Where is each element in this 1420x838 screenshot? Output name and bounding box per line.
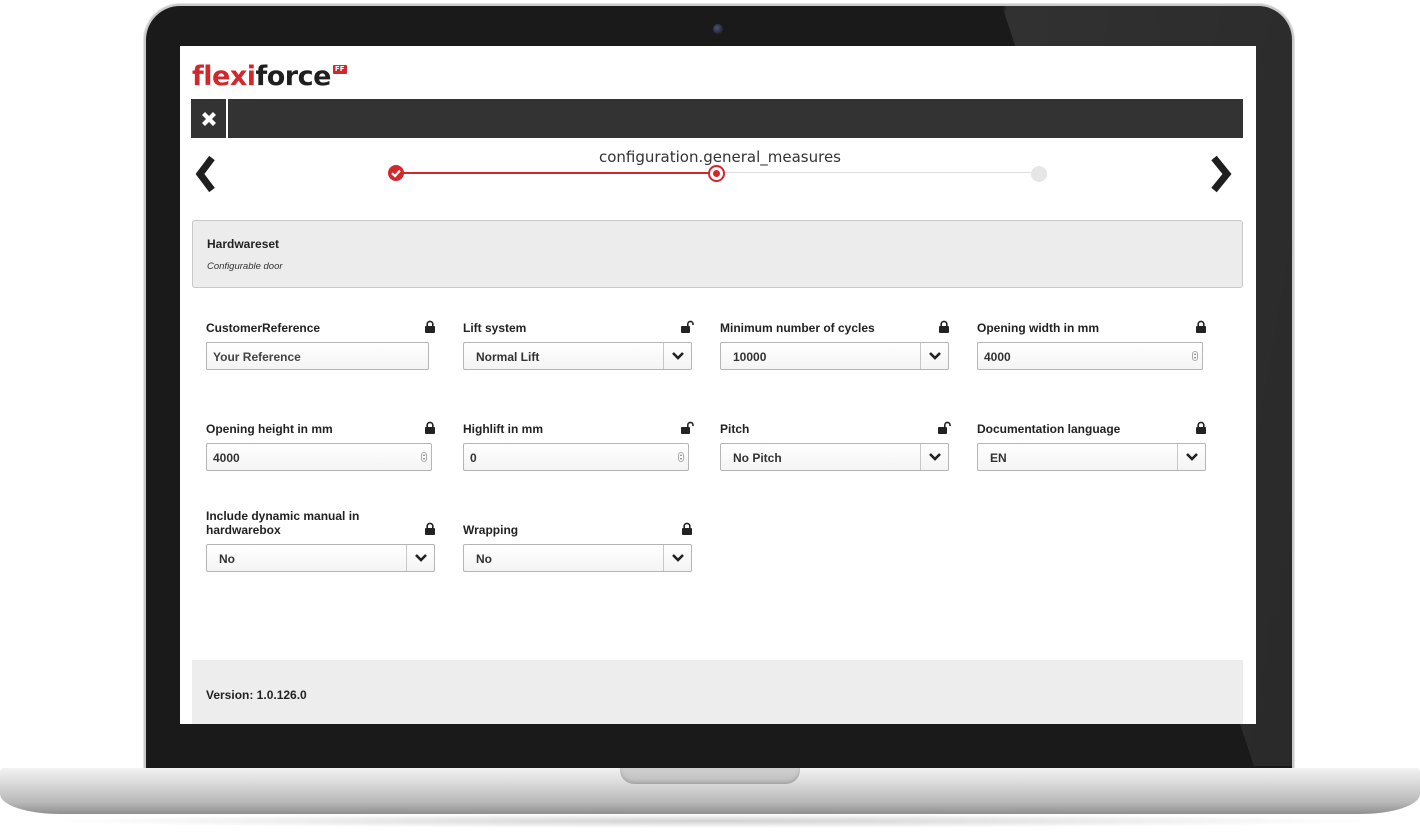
unlock-icon[interactable]	[680, 421, 694, 435]
laptop-shadow	[40, 814, 1380, 828]
app-screen: flexiforce FF configuration.general_measu…	[180, 46, 1256, 724]
select-value: No	[219, 552, 235, 566]
chevron-down-icon	[671, 554, 684, 562]
field-label: CustomerReference	[206, 321, 321, 335]
field-label: Wrapping	[463, 523, 519, 537]
check-icon	[391, 169, 401, 178]
opening-height-input[interactable]: 4000	[206, 443, 432, 471]
step-current-indicator[interactable]	[708, 165, 725, 182]
field-label: Opening width in mm	[977, 321, 1099, 335]
lock-icon[interactable]	[423, 320, 437, 334]
logo-part-1: flexi	[192, 61, 256, 92]
previous-step-button[interactable]	[192, 152, 222, 196]
close-button[interactable]	[191, 99, 228, 138]
lock-icon[interactable]	[680, 522, 694, 536]
number-spinner[interactable]	[678, 452, 684, 462]
chevron-right-icon	[1211, 155, 1232, 193]
logo-part-2: force	[255, 61, 331, 92]
step-pending-indicator[interactable]	[1031, 166, 1047, 182]
field-label: Minimum number of cycles	[720, 321, 875, 335]
select-value: 10000	[733, 350, 767, 364]
field-label: Lift system	[463, 321, 527, 335]
select-value: No	[476, 552, 492, 566]
chevron-left-icon	[195, 155, 215, 193]
footer: Version: 1.0.126.0	[192, 660, 1243, 724]
select-value: EN	[990, 451, 1007, 465]
chevron-down-icon	[414, 554, 427, 562]
doc-language-select[interactable]: EN	[977, 443, 1206, 471]
field-label: Highlift in mm	[463, 422, 543, 436]
lock-icon[interactable]	[1194, 320, 1208, 334]
step-title: configuration.general_measures	[598, 148, 841, 166]
input-value: 4000	[213, 451, 240, 465]
chevron-down-icon	[671, 352, 684, 360]
field-label: Opening height in mm	[206, 422, 333, 436]
field-label: Pitch	[720, 422, 750, 436]
laptop-notch	[620, 768, 800, 784]
number-spinner[interactable]	[421, 452, 427, 462]
input-value: 0	[470, 451, 477, 465]
webcam	[713, 24, 723, 34]
select-value: No Pitch	[733, 451, 782, 465]
panel-title: Hardwareset	[207, 237, 280, 251]
input-value: 4000	[984, 350, 1011, 364]
wrapping-select[interactable]: No	[463, 544, 692, 572]
min-cycles-select[interactable]: 10000	[720, 342, 949, 370]
lift-system-select[interactable]: Normal Lift	[463, 342, 692, 370]
next-step-button[interactable]	[1206, 152, 1236, 196]
top-toolbar	[191, 99, 1243, 138]
chevron-down-icon	[928, 352, 941, 360]
lock-icon[interactable]	[1194, 421, 1208, 435]
input-value: Your Reference	[213, 350, 301, 364]
flexiforce-logo: flexiforce FF	[192, 60, 347, 94]
close-icon	[201, 111, 216, 126]
progress-line-pending	[716, 172, 1036, 173]
progress-line-completed	[396, 172, 716, 174]
field-label: Documentation language	[977, 422, 1121, 436]
hardwareset-panel: Hardwareset Configurable door	[192, 220, 1243, 288]
dynamic-manual-select[interactable]: No	[206, 544, 435, 572]
lock-icon[interactable]	[937, 320, 951, 334]
chevron-down-icon	[1185, 453, 1198, 461]
pitch-select[interactable]: No Pitch	[720, 443, 949, 471]
customer-reference-input[interactable]: Your Reference	[206, 342, 429, 370]
panel-subtitle: Configurable door	[207, 261, 283, 272]
version-label: Version: 1.0.126.0	[206, 688, 307, 702]
chevron-down-icon	[928, 453, 941, 461]
step-completed-indicator[interactable]	[388, 165, 404, 181]
field-label: Include dynamic manual in hardwarebox	[206, 509, 360, 537]
unlock-icon[interactable]	[937, 421, 951, 435]
highlift-input[interactable]: 0	[463, 443, 689, 471]
opening-width-input[interactable]: 4000	[977, 342, 1203, 370]
number-spinner[interactable]	[1192, 351, 1198, 361]
lock-icon[interactable]	[423, 421, 437, 435]
lock-icon[interactable]	[423, 522, 437, 536]
logo-badge: FF	[332, 65, 347, 74]
select-value: Normal Lift	[476, 350, 540, 364]
unlock-icon[interactable]	[680, 320, 694, 334]
